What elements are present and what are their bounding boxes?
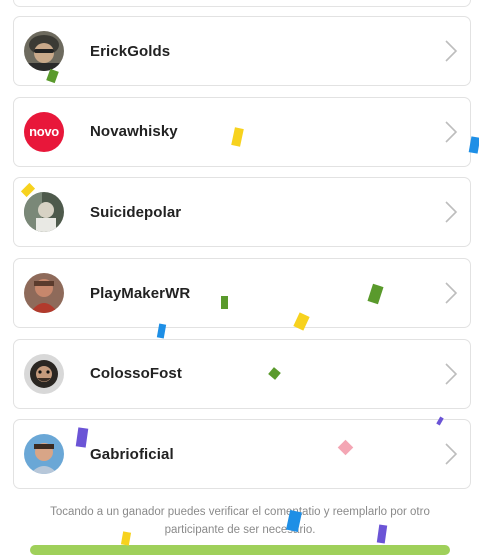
winners-list: ErickGolds novo Novawhisky Suicidepolar <box>13 16 471 500</box>
avatar <box>24 353 64 394</box>
winner-name: Novawhisky <box>90 123 178 141</box>
avatar-logo-text: novo <box>29 124 59 140</box>
winner-row-novawhisky[interactable]: novo Novawhisky <box>13 96 471 167</box>
winner-name: PlayMakerWR <box>90 284 191 302</box>
winner-row-colossofost[interactable]: ColossoFost <box>13 338 471 409</box>
avatar <box>24 192 64 233</box>
winner-row-erickgolds[interactable]: ErickGolds <box>13 16 471 86</box>
winner-row-gabrioficial[interactable]: Gabrioficial <box>13 419 471 490</box>
chevron-right-icon <box>444 120 458 144</box>
avatar <box>24 434 64 475</box>
winner-name: ColossoFost <box>90 365 182 383</box>
avatar <box>24 31 64 71</box>
novo-logo-avatar: novo <box>24 111 64 152</box>
winner-row-playmakerwr[interactable]: PlayMakerWR <box>13 258 471 329</box>
previous-winner-card[interactable] <box>13 0 471 7</box>
chevron-right-icon <box>444 362 458 386</box>
footer-help-text: Tocando a un ganador puedes verificar el… <box>50 506 430 536</box>
winner-name: ErickGolds <box>90 42 171 60</box>
chevron-right-icon <box>444 281 458 305</box>
winner-name: Gabrioficial <box>90 445 174 463</box>
chevron-right-icon <box>444 200 458 224</box>
chevron-right-icon <box>444 39 458 63</box>
avatar <box>24 273 64 314</box>
winner-name: Suicidepolar <box>90 203 182 221</box>
primary-action-button[interactable] <box>30 545 450 555</box>
chevron-right-icon <box>444 442 458 466</box>
winner-row-suicidepolar[interactable]: Suicidepolar <box>13 177 471 248</box>
